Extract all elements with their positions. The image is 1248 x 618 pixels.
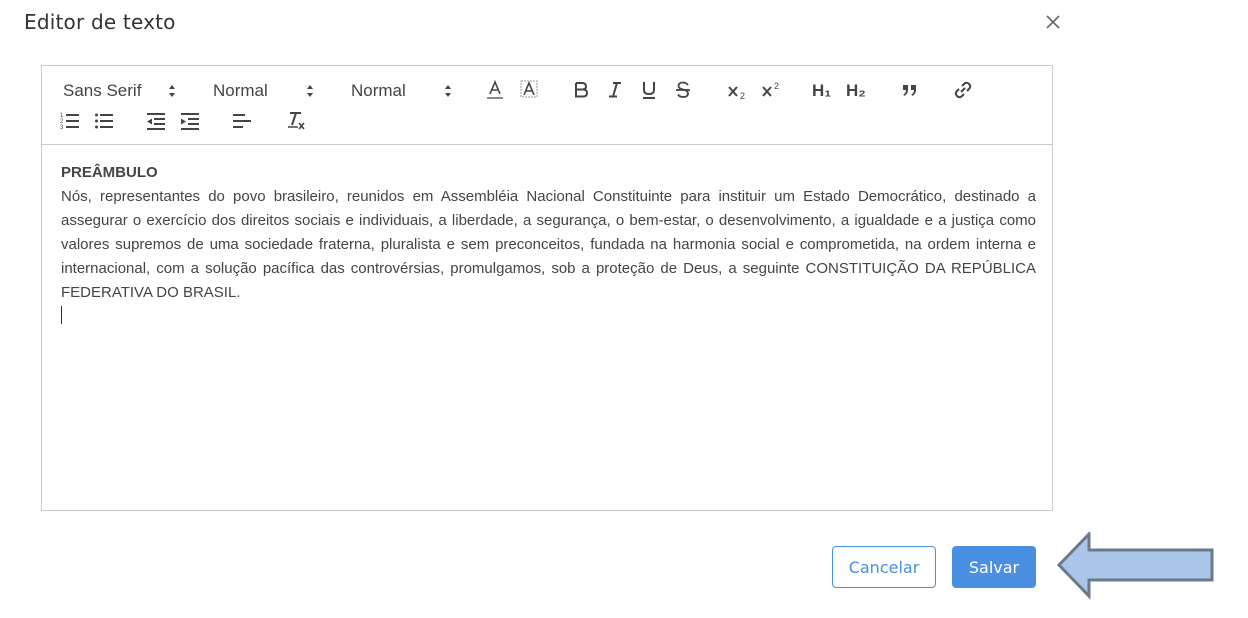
italic-icon (609, 82, 621, 98)
subscript-button[interactable]: 2 (726, 79, 748, 101)
bold-button[interactable] (572, 79, 590, 101)
indent-button[interactable] (180, 109, 200, 131)
outdent-button[interactable] (146, 109, 166, 131)
underline-button[interactable] (640, 79, 658, 101)
content-heading: PREÂMBULO (61, 164, 158, 181)
dialog-title: Editor de texto (24, 10, 176, 34)
picker-arrows-icon (307, 85, 313, 97)
bullet-list-button[interactable] (94, 109, 114, 131)
strikethrough-button[interactable] (674, 79, 692, 101)
picker-arrows-icon (445, 85, 451, 97)
editor-content[interactable]: PREÂMBULO Nós, representantes do povo br… (61, 161, 1036, 305)
indent-icon (181, 113, 199, 130)
clear-format-icon (288, 112, 305, 130)
subscript-icon: 2 (728, 86, 745, 101)
bullet-list-icon (95, 113, 113, 129)
svg-text:2: 2 (740, 91, 745, 101)
clear-format-button[interactable] (286, 109, 306, 131)
size-picker[interactable]: Normal (213, 79, 323, 103)
font-picker[interactable]: Sans Serif (63, 79, 183, 103)
header-1-button[interactable]: H₁ (812, 81, 831, 101)
ordered-list-button[interactable]: 1 2 3 (60, 109, 80, 131)
align-left-icon (233, 114, 251, 128)
save-button[interactable]: Salvar (952, 546, 1036, 588)
text-color-icon (487, 79, 503, 99)
svg-text:3: 3 (60, 125, 64, 131)
text-cursor (61, 306, 62, 324)
editor-toolbar: Sans Serif Normal Normal 2 2 H₁ H₂ 1 2 3 (42, 66, 1052, 145)
ordered-list-icon: 1 2 3 (60, 113, 79, 131)
background-color-button[interactable] (519, 79, 539, 101)
link-button[interactable] (952, 79, 974, 101)
arrow-annotation-icon (1055, 530, 1217, 607)
blockquote-button[interactable] (900, 79, 920, 101)
header-2-label: H₂ (846, 81, 866, 100)
size-picker-label: Normal (213, 81, 268, 100)
header-1-label: H₁ (812, 81, 832, 100)
content-paragraph: Nós, representantes do povo brasileiro, … (61, 188, 1036, 301)
superscript-button[interactable]: 2 (760, 79, 782, 101)
cancel-button[interactable]: Cancelar (832, 546, 936, 588)
text-color-button[interactable] (485, 79, 505, 101)
text-editor: Sans Serif Normal Normal 2 2 H₁ H₂ 1 2 3… (41, 65, 1053, 511)
underline-icon (643, 82, 655, 99)
header-picker-label: Normal (351, 81, 406, 100)
svg-text:2: 2 (774, 81, 779, 91)
superscript-icon: 2 (762, 81, 779, 97)
close-icon[interactable] (1042, 11, 1064, 33)
blockquote-icon (903, 85, 916, 96)
background-color-icon (520, 80, 538, 98)
align-button[interactable] (232, 109, 252, 131)
link-icon (954, 81, 972, 99)
strikethrough-icon (676, 81, 690, 98)
outdent-icon (147, 113, 165, 130)
bold-icon (575, 82, 589, 98)
font-picker-label: Sans Serif (63, 81, 142, 100)
header-picker[interactable]: Normal (351, 79, 461, 103)
header-2-button[interactable]: H₂ (846, 81, 866, 101)
picker-arrows-icon (169, 85, 175, 97)
italic-button[interactable] (606, 79, 624, 101)
